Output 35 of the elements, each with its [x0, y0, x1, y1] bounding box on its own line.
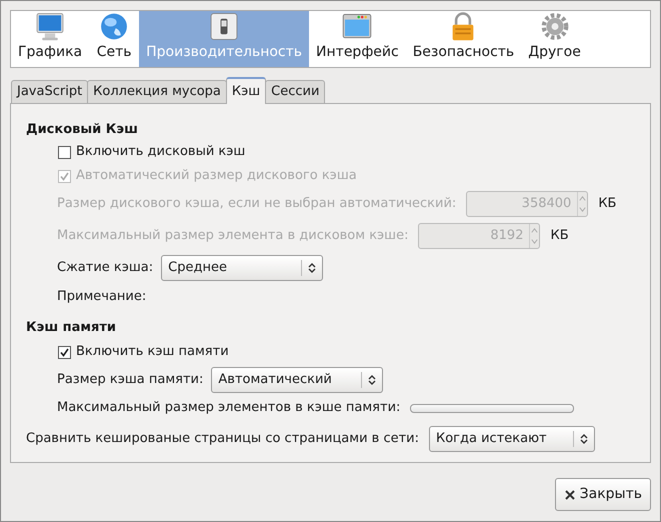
dropdown[interactable]: Когда истекают: [429, 426, 595, 452]
category-item[interactable]: Другое: [521, 11, 588, 67]
field-label: Максимальный размер элемента в дисковом кэше:: [57, 227, 408, 246]
close-icon: [564, 488, 576, 500]
field-value: 358400: [520, 195, 572, 214]
checkbox[interactable]: [58, 146, 71, 158]
field-label: Размер кэша памяти:: [57, 371, 204, 390]
dropdown[interactable]: Автоматический: [211, 367, 384, 393]
checkmark-icon: [59, 170, 70, 182]
tab[interactable]: Коллекция мусора: [87, 80, 227, 104]
category-item[interactable]: Безопасность: [406, 11, 522, 67]
field-value: 8192: [489, 227, 524, 246]
checkbox[interactable]: [58, 346, 71, 358]
slider-track[interactable]: [410, 404, 574, 412]
field-label: Максимальный размер элементов в кэше памяти:: [57, 399, 400, 418]
note-label: Примечание:: [57, 288, 146, 306]
field-label: Сравнить кешированые страницы со страницами в сети:: [26, 430, 419, 448]
section-heading: Дисковый Кэш: [26, 121, 139, 139]
checkmark-icon: [59, 346, 70, 358]
category-item[interactable]: Интерфейс: [309, 11, 406, 67]
checkbox-label: Включить дисковый кэш: [76, 143, 246, 162]
tab[interactable]: Сессии: [265, 80, 326, 104]
field-label: Размер дискового кэша, если не выбран автоматический:: [57, 195, 456, 214]
field-label: Сжатие кэша:: [57, 259, 154, 278]
unit-label: КБ: [550, 227, 569, 246]
unit-label: КБ: [598, 195, 616, 214]
category-item[interactable]: Графика: [11, 11, 90, 67]
dropdown[interactable]: Среднее: [161, 255, 324, 281]
tab[interactable]: Кэш: [226, 77, 266, 104]
checkbox-label: Автоматический размер дискового кэша: [76, 167, 357, 186]
section-heading: Кэш памяти: [26, 319, 118, 337]
close-button[interactable]: Закрыть: [554, 478, 651, 511]
tab[interactable]: JavaScript: [11, 80, 88, 104]
category-item[interactable]: Сеть: [89, 11, 140, 67]
checkbox-label: Включить кэш памяти: [76, 343, 229, 362]
